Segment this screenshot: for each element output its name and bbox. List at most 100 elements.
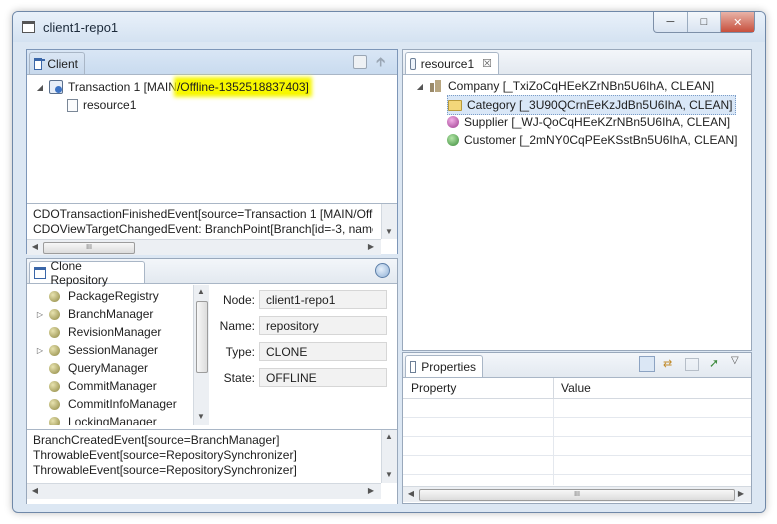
properties-tabbar: Properties ⇄ ➚ ▽ (403, 353, 751, 378)
scroll-up-icon[interactable]: ▲ (195, 286, 207, 298)
scroll-down-icon[interactable]: ▼ (195, 411, 207, 423)
tree-row-folder[interactable]: Category [_3U90QCrnEeKzJdBn5U6IhA, CLEAN… (447, 95, 737, 115)
manager-list-vscroll[interactable]: ▲ ▼ (193, 285, 209, 425)
scroll-right-icon[interactable]: ▶ (735, 488, 747, 500)
scroll-left-icon[interactable]: ◀ (405, 488, 417, 500)
tab-resource1[interactable]: resource1 ☒ (405, 52, 499, 74)
window-title: client1-repo1 (43, 20, 119, 35)
window-controls: ─ □ ✕ (653, 12, 755, 33)
field-value[interactable]: OFFLINE (259, 368, 387, 387)
tree-row-resource[interactable]: resource1 (67, 96, 136, 114)
app-icon (22, 21, 35, 33)
list-item-label: CommitManager (68, 379, 157, 393)
tab-properties[interactable]: Properties (405, 355, 483, 377)
restore-default-icon[interactable] (685, 358, 699, 371)
close-tab-icon[interactable]: ☒ (482, 57, 492, 70)
table-row (403, 418, 751, 437)
scroll-right-icon[interactable]: ▶ (365, 485, 377, 497)
properties-view: Properties ⇄ ➚ ▽ Property Value ◀ III ▶ (402, 352, 752, 504)
transaction-label: Transaction 1 [MAIN (68, 80, 177, 94)
globe-icon[interactable] (375, 263, 390, 278)
clone-log-hscroll[interactable]: ◀ ▶ (27, 483, 381, 499)
table-row (403, 456, 751, 475)
manager-icon (49, 326, 60, 338)
scroll-thumb[interactable] (196, 301, 208, 373)
field-value[interactable]: client1-repo1 (259, 290, 387, 309)
scroll-left-icon[interactable]: ◀ (29, 241, 41, 253)
maximize-button[interactable]: □ (688, 12, 722, 32)
properties-hscroll[interactable]: ◀ III ▶ (403, 486, 751, 502)
transaction-branch-highlight: /Offline-1352518837403] (176, 80, 309, 94)
scroll-thumb[interactable]: III (43, 242, 135, 254)
tab-resource-label: resource1 (420, 56, 475, 71)
scroll-down-icon[interactable]: ▼ (383, 469, 395, 481)
company-label: Company [_TxiZoCqHEeKZrNBn5U6IhA, CLEAN] (448, 79, 715, 93)
manager-list[interactable]: PackageRegistry ▷ BranchManager RevisionMan… (29, 285, 209, 425)
list-item[interactable]: ▷ BranchManager (35, 305, 153, 323)
clone-log-vscroll[interactable]: ▲ ▼ (381, 430, 397, 483)
client-log-hscroll[interactable]: ◀ III ▶ (27, 239, 381, 255)
client-event-log[interactable]: CDOTransactionFinishedEvent[source=Trans… (27, 203, 397, 255)
tree-row-company[interactable]: ◢ Company [_TxiZoCqHEeKZrNBn5U6IhA, CLEA… (415, 77, 714, 95)
list-item-label: SessionManager (68, 343, 159, 357)
field-value[interactable]: CLONE (259, 342, 387, 361)
list-item[interactable]: QueryManager (35, 359, 148, 377)
scroll-up-icon[interactable]: ▲ (383, 431, 395, 443)
save-icon[interactable] (353, 55, 367, 69)
field-label: State: (223, 371, 255, 385)
tab-clone-repository[interactable]: Clone Repository (29, 259, 145, 287)
property-rows (403, 399, 751, 485)
advanced-icon[interactable]: ⇄ (663, 357, 672, 370)
tree-row-customer[interactable]: Customer [_2mNY0CqPEeKSstBn5U6IhA, CLEAN… (447, 131, 737, 149)
list-item-label: LockingManager (68, 415, 157, 425)
list-item-label: CommitInfoManager (68, 397, 177, 411)
scroll-left-icon[interactable]: ◀ (29, 485, 41, 497)
tab-properties-label: Properties (421, 359, 476, 374)
minimize-button[interactable]: ─ (654, 12, 688, 32)
close-button[interactable]: ✕ (721, 12, 755, 32)
column-property[interactable]: Property (411, 381, 456, 395)
scroll-down-icon[interactable]: ▼ (383, 226, 395, 238)
clone-event-log[interactable]: BranchCreatedEvent[source=BranchManager]… (27, 429, 397, 504)
table-row (403, 399, 751, 418)
field-value[interactable]: repository (259, 316, 387, 335)
manager-icon (49, 290, 60, 302)
collapse-arrow-icon[interactable]: ◢ (415, 82, 425, 91)
tree-label: Customer [_2mNY0CqPEeKSstBn5U6IhA, CLEAN… (464, 133, 738, 147)
list-item-label: PackageRegistry (68, 289, 159, 303)
properties-icon (410, 360, 417, 373)
tree-row-transaction[interactable]: ◢ Transaction 1 [MAIN /Offline-135251883… (35, 78, 309, 96)
tab-client[interactable]: Client (29, 52, 85, 74)
table-row (403, 437, 751, 456)
list-item[interactable]: CommitManager (35, 377, 157, 395)
tree-row-supplier[interactable]: Supplier [_WJ-QoCqHEeKZrNBn5U6IhA, CLEAN… (447, 113, 730, 131)
manager-icon (49, 416, 60, 425)
client-tabbar: Client 🡱 (27, 50, 397, 75)
tree-label: Category [_3U90QCrnEeKzJdBn5U6IhA, CLEAN… (467, 98, 733, 112)
resource-label: resource1 (83, 98, 137, 112)
up-arrow-icon[interactable]: 🡱 (376, 53, 385, 75)
list-item[interactable]: PackageRegistry (35, 287, 159, 305)
view-menu-icon[interactable]: ▽ (731, 355, 739, 366)
clone-tabbar: Clone Repository (27, 259, 397, 287)
list-item-label: BranchManager (68, 307, 154, 321)
scroll-thumb[interactable]: III (419, 489, 735, 501)
list-item[interactable]: LockingManager (35, 413, 157, 425)
manager-icon (49, 344, 60, 356)
categories-icon[interactable] (639, 356, 655, 372)
list-item[interactable]: RevisionManager (35, 323, 161, 341)
column-value[interactable]: Value (561, 381, 591, 395)
clone-repository-view: Clone Repository PackageRegistry ▷ BranchM… (26, 258, 398, 504)
client-log-vscroll[interactable]: ▼ (381, 204, 397, 239)
list-item[interactable]: CommitInfoManager (35, 395, 177, 413)
company-icon (429, 79, 443, 93)
resource-icon (67, 98, 78, 112)
pin-icon[interactable]: ➚ (709, 356, 719, 370)
expand-arrow-icon[interactable]: ▷ (35, 346, 45, 355)
expand-arrow-icon[interactable]: ▷ (35, 310, 45, 319)
collapse-arrow-icon[interactable]: ◢ (35, 83, 45, 92)
list-item[interactable]: ▷ SessionManager (35, 341, 158, 359)
view-icon (34, 57, 46, 70)
scroll-right-icon[interactable]: ▶ (365, 241, 377, 253)
customer-icon (447, 134, 459, 146)
